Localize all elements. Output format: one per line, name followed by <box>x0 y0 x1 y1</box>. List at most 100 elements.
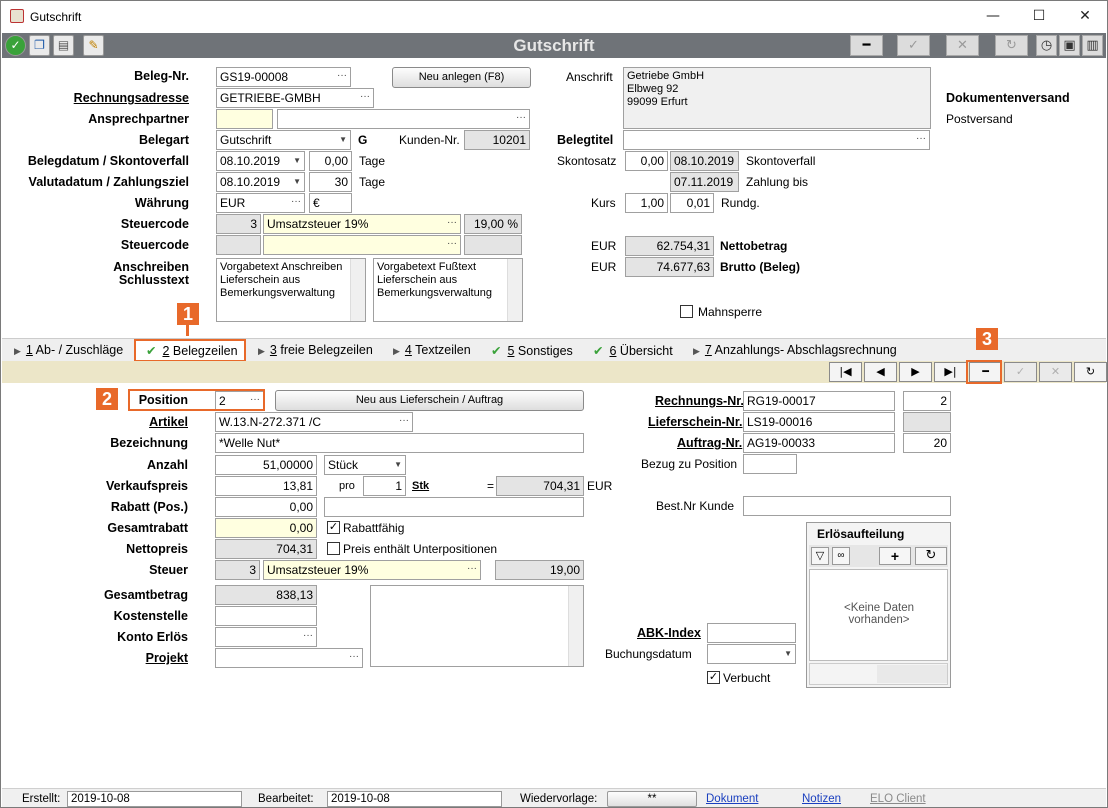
neu-anlegen-button[interactable]: Neu anlegen (F8) <box>392 67 531 88</box>
steuercode-label: Steuercode <box>120 217 189 231</box>
ansprechpartner-name-field[interactable] <box>277 109 530 129</box>
refresh-icon[interactable]: ↻ <box>915 547 947 565</box>
rechnungsadresse-field[interactable]: GETRIEBE-GMBH <box>216 88 374 108</box>
elo-client-link[interactable]: ELO Client <box>870 793 926 805</box>
notizen-link[interactable]: Notizen <box>802 793 841 805</box>
verbucht-checkbox[interactable]: ✓ <box>707 671 720 684</box>
kostenstelle-field[interactable] <box>215 606 317 626</box>
einheit-select[interactable]: Stück ▼ <box>324 455 406 475</box>
box-icon[interactable]: ▥ <box>1082 35 1103 56</box>
ansprechpartner-field[interactable] <box>216 109 273 129</box>
projekt-field[interactable] <box>215 648 363 668</box>
tab-sonstiges[interactable]: ✔ 5 Sonstiges <box>481 341 581 361</box>
bezug-field[interactable] <box>743 454 797 474</box>
waehrung-field[interactable]: EUR <box>216 193 305 213</box>
minimize-button[interactable]: — <box>970 1 1016 32</box>
confirm-position-button[interactable]: ✓ <box>1004 362 1037 382</box>
steuer-select[interactable]: Umsatzsteuer 19% <box>263 560 481 580</box>
artikel-field[interactable]: W.13.N-272.371 /C <box>215 412 413 432</box>
remove-button[interactable]: ━ <box>850 35 883 56</box>
tab-freie-belegzeilen[interactable]: ▶ 3 freie Belegzeilen <box>248 341 381 361</box>
tab-belegzeilen[interactable]: ✔ 2 Belegzeilen <box>134 339 246 362</box>
gesamtrabatt-field[interactable]: 0,00 <box>215 518 317 538</box>
prev-record-button[interactable]: ◀ <box>864 362 897 382</box>
projekt-label[interactable]: Projekt <box>146 651 188 665</box>
summe-field: 704,31 <box>496 476 584 496</box>
rechnungs-nr-field: RG19-00017 <box>743 391 895 411</box>
document-icon[interactable]: ▤ <box>53 35 74 56</box>
tab-textzeilen[interactable]: ▶ 4 Textzeilen <box>383 341 479 361</box>
steuercode2-select[interactable] <box>263 235 461 255</box>
belegart-select[interactable]: Gutschrift ▼ <box>216 130 351 150</box>
mahnsperre-label: Mahnsperre <box>698 305 763 319</box>
valutadatum-field[interactable]: 08.10.2019 ▼ <box>216 172 305 192</box>
next-record-button[interactable]: ▶ <box>899 362 932 382</box>
artikel-label[interactable]: Artikel <box>149 415 188 429</box>
cancel-position-button[interactable]: ✕ <box>1039 362 1072 382</box>
maximize-button[interactable]: ☐ <box>1016 1 1062 32</box>
auftrag-nr-label[interactable]: Auftrag-Nr. <box>677 436 742 450</box>
belegdatum-label: Belegdatum / Skontoverfall <box>27 154 189 168</box>
first-record-button[interactable]: |◀ <box>829 362 862 382</box>
fusstext-text[interactable]: Vorgabetext Fußtext Lieferschein aus Bem… <box>373 258 523 322</box>
add-button[interactable]: + <box>879 547 911 565</box>
zahlungsziel-field[interactable]: 30 <box>309 172 352 192</box>
refresh-button[interactable]: ↻ <box>995 35 1028 56</box>
refresh-position-button[interactable]: ↻ <box>1074 362 1107 382</box>
erloes-grid[interactable]: <Keine Daten vorhanden> <box>809 569 948 661</box>
skontoverfall-label: Skontoverfall <box>746 154 816 168</box>
buchungsdatum-field[interactable]: ▼ <box>707 644 796 664</box>
scrollbar[interactable] <box>507 259 522 321</box>
cancel-button[interactable]: ✕ <box>946 35 979 56</box>
anschreiben-text[interactable]: Vorgabetext Anschreiben Lieferschein aus… <box>216 258 366 322</box>
tab-label: Textzeilen <box>411 343 471 357</box>
anzahl-field[interactable]: 51,00000 <box>215 455 317 475</box>
belegdatum-field[interactable]: 08.10.2019 ▼ <box>216 151 305 171</box>
rabattfaehig-checkbox[interactable]: ✓ <box>327 521 340 534</box>
verkaufspreis-field[interactable]: 13,81 <box>215 476 317 496</box>
preis-unterpos-checkbox[interactable] <box>327 542 340 555</box>
clock-icon[interactable]: ◷ <box>1036 35 1057 56</box>
abk-index-field[interactable] <box>707 623 796 643</box>
skontosatz-field[interactable]: 0,00 <box>625 151 668 171</box>
abk-index-label[interactable]: ABK-Index <box>637 626 701 640</box>
last-record-button[interactable]: ▶| <box>934 362 967 382</box>
filter-icon[interactable]: ▽ <box>811 547 829 565</box>
rundg-field[interactable]: 0,01 <box>670 193 714 213</box>
konto-erloes-field[interactable] <box>215 627 317 647</box>
bezeichnung-field[interactable]: *Welle Nut* <box>215 433 584 453</box>
pro-menge-field[interactable]: 1 <box>363 476 406 496</box>
verkaufspreis-label: Verkaufspreis <box>106 479 188 493</box>
positions-notiz-text[interactable] <box>370 585 584 667</box>
tools-icon[interactable]: ✎ <box>83 35 104 56</box>
rechnungs-nr-label[interactable]: Rechnungs-Nr. <box>655 394 744 408</box>
beleg-nr-field[interactable]: GS19-00008 <box>216 67 351 87</box>
windows-icon[interactable]: ❐ <box>29 35 50 56</box>
close-button[interactable]: ✕ <box>1062 1 1107 32</box>
dokument-link[interactable]: Dokument <box>706 793 758 805</box>
scrollbar[interactable] <box>350 259 365 321</box>
tab-ab-zuschlaege[interactable]: ▶ 1 Ab- / Zuschläge <box>4 341 132 361</box>
skonto-tage-field[interactable]: 0,00 <box>309 151 352 171</box>
ok-icon[interactable]: ✓ <box>5 35 26 56</box>
steuercode-pct: 19,00 % <box>464 214 522 234</box>
lieferschein-nr-label[interactable]: Lieferschein-Nr. <box>648 415 742 429</box>
rabatt-field[interactable]: 0,00 <box>215 497 317 517</box>
kurs-field[interactable]: 1,00 <box>625 193 668 213</box>
binoculars-icon[interactable]: ∞ <box>832 547 850 565</box>
scrollbar[interactable] <box>568 586 583 666</box>
rechnungsadresse-label[interactable]: Rechnungsadresse <box>74 91 189 105</box>
mahnsperre-checkbox[interactable] <box>680 305 693 318</box>
auftrag-pos-field: 20 <box>903 433 951 453</box>
rabatt-text-field[interactable] <box>324 497 584 517</box>
wiedervorlage-button[interactable]: ** <box>607 791 697 807</box>
bestnr-field[interactable] <box>743 496 951 516</box>
tab-uebersicht[interactable]: ✔ 6 Übersicht <box>583 341 681 361</box>
tab-anzahlungs-abschlagsrechnung[interactable]: ▶ 7 Anzahlungs- Abschlagsrechnung <box>683 341 905 361</box>
belegdatum-value: 08.10.2019 <box>220 154 281 168</box>
belegtitel-field[interactable] <box>623 130 930 150</box>
steuercode-select[interactable]: Umsatzsteuer 19% <box>263 214 461 234</box>
neu-aus-lieferschein-button[interactable]: Neu aus Lieferschein / Auftrag <box>275 390 584 411</box>
cube-icon[interactable]: ▣ <box>1059 35 1080 56</box>
confirm-button[interactable]: ✓ <box>897 35 930 56</box>
